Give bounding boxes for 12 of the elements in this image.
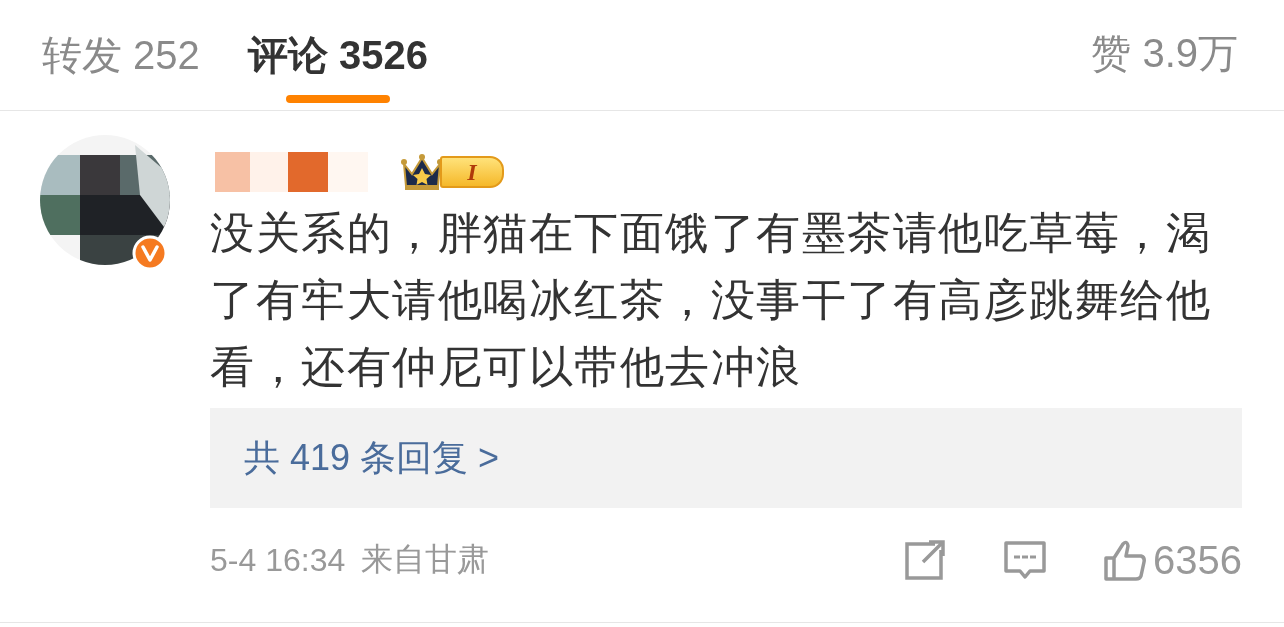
comment-location: 来自甘肃 xyxy=(361,540,490,579)
likes-count[interactable]: 赞 3.9万 xyxy=(1091,0,1238,81)
tab[interactable]: 评论 3526 xyxy=(247,0,428,85)
level-badge: I xyxy=(440,156,504,188)
thumbs-up-icon[interactable] xyxy=(1103,538,1147,582)
comment-time: 5-4 16:34 xyxy=(210,541,346,579)
like-count: 6356 xyxy=(1153,537,1242,583)
share-icon[interactable] xyxy=(903,538,947,582)
tab[interactable]: 转发 252 xyxy=(42,0,200,85)
comment-icon[interactable] xyxy=(1003,538,1047,582)
comment-text: 没关系的，胖猫在下面饿了有墨茶请他吃草莓，渴了有牢大请他喝冰红茶，没事干了有高彦跳舞给他看，还有仲尼可以带他去冲浪 xyxy=(210,207,1212,393)
replies-link[interactable]: 共 419 条回复 > xyxy=(210,408,1242,508)
